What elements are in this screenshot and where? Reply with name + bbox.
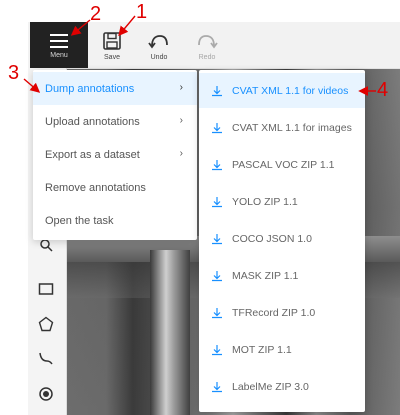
annotation-arrows xyxy=(23,15,376,96)
annotation-arrow-3 xyxy=(23,78,41,93)
annotation-arrow-2 xyxy=(70,19,91,36)
annotation-arrow-1 xyxy=(118,15,136,37)
